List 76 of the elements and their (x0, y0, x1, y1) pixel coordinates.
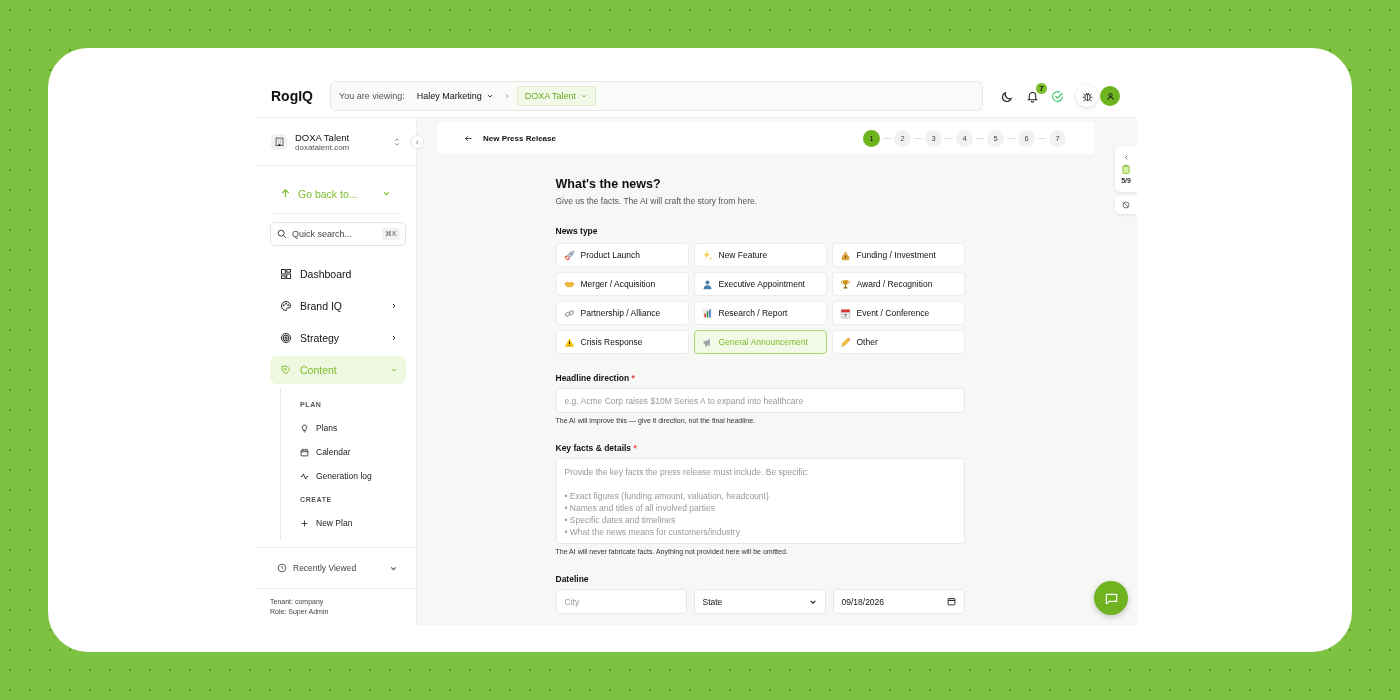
switch-tenant-icon[interactable] (393, 136, 401, 147)
key-facts-textarea[interactable]: Provide the key facts the press release must include. Be specific: • Exact figures (funding amount, valuation, headcount) • Names and titles of all involved parties • Specific dates and timelines • What the news means for customers/industry (555, 458, 965, 544)
nav-item[interactable]: Dashboard (270, 260, 406, 288)
breadcrumb-separator: › (505, 91, 509, 101)
news-type-option[interactable]: Executive Appointment (693, 272, 827, 296)
chevron-down-icon (382, 189, 391, 198)
chevron-left-icon (413, 138, 421, 146)
ban-button[interactable] (1115, 196, 1137, 214)
bulb-icon (300, 423, 309, 433)
money-bag-icon (839, 249, 851, 261)
nav-item[interactable]: Strategy (270, 324, 406, 352)
warning-icon (563, 336, 575, 348)
user-icon (1104, 90, 1116, 102)
field-label: Headline direction * (555, 373, 636, 383)
user-avatar[interactable] (1100, 86, 1120, 106)
trophy-icon (839, 278, 851, 290)
moon-icon[interactable] (1001, 89, 1014, 103)
clock-icon (277, 563, 287, 573)
news-type-option[interactable]: New Feature (693, 243, 827, 267)
page-title: New Press Release (483, 133, 557, 143)
chevron-down-icon (580, 92, 589, 100)
date-input[interactable]: 09/18/2026 (832, 589, 965, 614)
person-icon (701, 278, 713, 290)
context-label: You are viewing: (339, 91, 405, 101)
calendar-icon (300, 447, 309, 457)
chevron-down-icon (485, 92, 494, 100)
megaphone-icon (701, 336, 713, 348)
rocket-icon (563, 249, 575, 261)
chevron-left-icon (1122, 154, 1130, 161)
news-type-option[interactable]: Crisis Response (555, 330, 689, 354)
grid-icon (280, 268, 292, 280)
bar-chart-icon (701, 307, 713, 319)
news-type-option[interactable]: Research / Report (693, 301, 827, 325)
headline-input[interactable]: e.g. Acme Corp raises $10M Series A to expand into healthcare (555, 388, 965, 413)
sparkles-icon (701, 249, 713, 261)
nav-item[interactable]: Brand IQ (270, 292, 406, 320)
building-icon (271, 133, 287, 150)
back-arrow-icon[interactable] (464, 133, 473, 143)
link-icon (563, 307, 575, 319)
news-type-option[interactable]: Event / Conference (831, 301, 965, 325)
news-type-option[interactable]: Product Launch (555, 243, 689, 267)
notification-count: 7 (1036, 82, 1047, 94)
news-type-option[interactable]: Funding / Investment (831, 243, 965, 267)
field-label: Dateline (555, 574, 590, 584)
organization-dropdown[interactable]: Haley Marketing (412, 91, 498, 101)
palette-icon (280, 300, 292, 312)
calendar-icon (839, 307, 851, 319)
plus-icon (300, 518, 309, 528)
tenant-name: DOXA Talent (295, 131, 351, 143)
bug-button[interactable] (1076, 85, 1098, 107)
form-title: What's the news? (555, 177, 662, 191)
ban-icon (1122, 201, 1130, 209)
tenant-domain: doxatalent.com (295, 142, 351, 152)
field-label: News type (555, 226, 599, 236)
bell-icon[interactable] (1026, 89, 1039, 103)
news-type-option[interactable]: Merger / Acquisition (555, 272, 689, 296)
submenu-item[interactable]: Generation log (300, 464, 372, 488)
activity-icon (300, 471, 309, 481)
pencil-icon (839, 336, 851, 348)
target-icon (280, 332, 292, 344)
calendar-icon (946, 597, 956, 606)
submenu-item[interactable]: Calendar (300, 440, 351, 464)
city-input[interactable]: City (555, 589, 687, 614)
submenu-item[interactable]: New Plan (300, 511, 353, 535)
news-type-option[interactable]: Partnership / Alliance (555, 301, 689, 325)
check-circle-icon[interactable] (1051, 89, 1064, 103)
clipboard-icon (1122, 164, 1130, 174)
form-subtitle: Give us the facts. The AI will craft the story from here. (555, 196, 759, 206)
state-dropdown[interactable]: State (693, 589, 826, 614)
submenu-item[interactable]: Plans (300, 416, 338, 440)
field-label: Key facts & details * (555, 443, 638, 453)
arrow-up-icon (280, 188, 291, 199)
news-type-option[interactable]: Award / Recognition (831, 272, 965, 296)
recently-viewed-toggle[interactable]: Recently Viewed (255, 547, 416, 589)
news-type-option[interactable]: Other (831, 330, 965, 354)
app-logo: RogIQ (271, 88, 314, 104)
